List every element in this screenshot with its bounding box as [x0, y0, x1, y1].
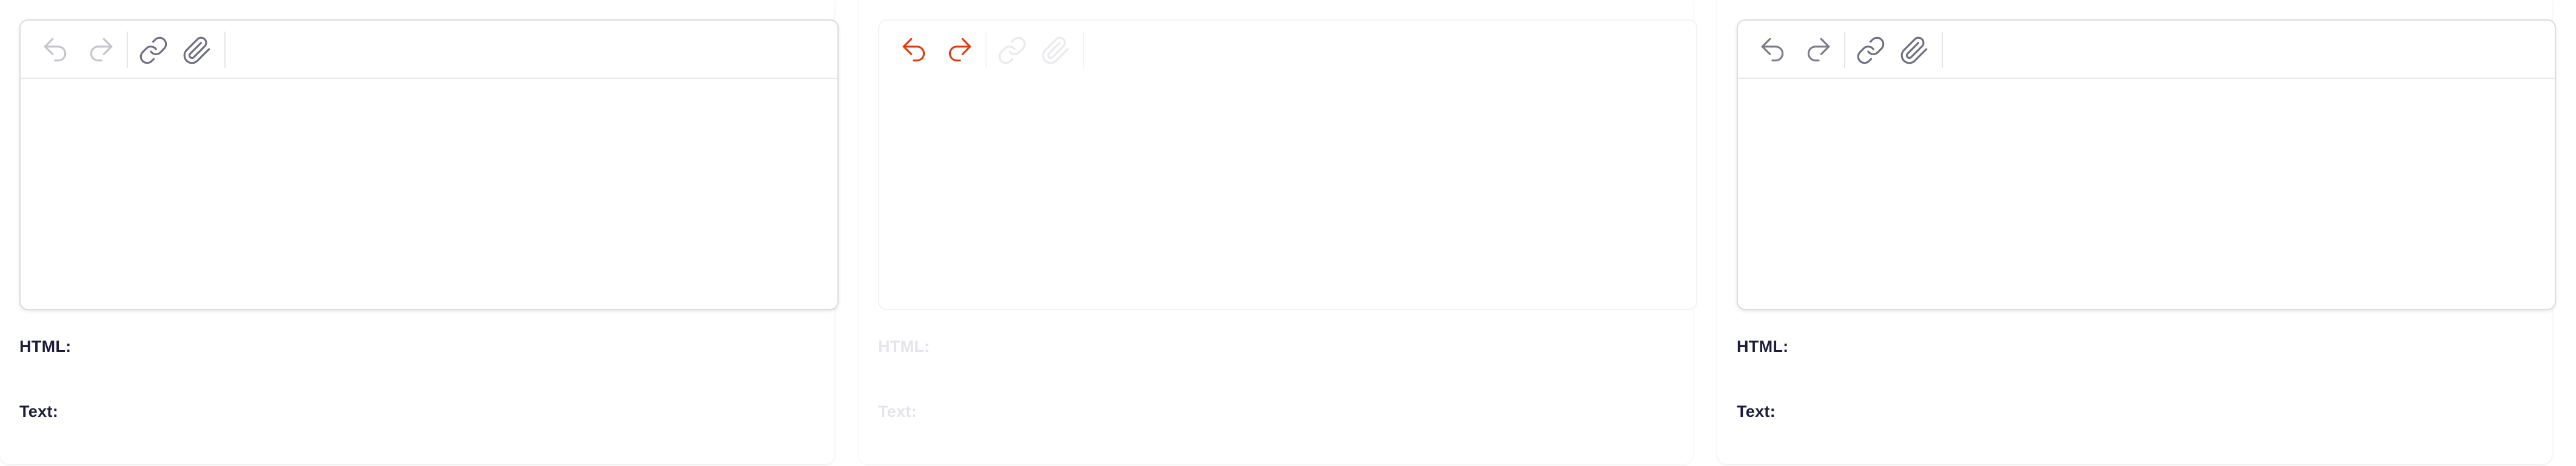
undo-icon [44, 38, 67, 62]
html-output-label: HTML: [19, 337, 72, 356]
toolbar-divider [1083, 32, 1084, 68]
link-icon [998, 36, 1026, 64]
link-icon [139, 36, 167, 64]
redo-icon [90, 38, 113, 62]
toolbar-divider [127, 32, 128, 68]
redo-icon [1807, 38, 1830, 62]
attach-file-button[interactable] [1041, 35, 1071, 66]
toolbar-divider [1844, 32, 1845, 68]
editor-panel-3: HTML: Text: [1717, 0, 2556, 464]
editor-toolbar [21, 21, 837, 79]
editor-content-area[interactable] [1738, 79, 2555, 309]
toolbar-divider [985, 32, 987, 68]
redo-button[interactable] [85, 35, 115, 66]
insert-link-button[interactable] [1856, 35, 1886, 66]
toolbar-divider [224, 32, 226, 68]
rich-text-editor [1737, 19, 2556, 310]
editor-content-area[interactable] [21, 79, 837, 309]
redo-button[interactable] [944, 35, 974, 66]
text-output-label: Text: [19, 402, 59, 420]
text-output-label: Text: [878, 402, 917, 420]
paperclip-icon [1900, 36, 1928, 64]
toolbar-divider [1942, 32, 1943, 68]
editor-toolbar [879, 21, 1696, 79]
attach-file-button[interactable] [182, 35, 212, 66]
paperclip-icon [1042, 36, 1069, 64]
link-icon [1857, 36, 1885, 64]
editor-content-area [879, 79, 1696, 309]
insert-link-button[interactable] [138, 35, 169, 66]
html-output-label: HTML: [878, 337, 930, 356]
undo-button[interactable] [900, 35, 930, 66]
editor-toolbar [1738, 21, 2555, 79]
text-output-label: Text: [1737, 402, 1776, 420]
editor-panel-1: HTML: Text: [0, 0, 839, 464]
paperclip-icon [183, 36, 210, 64]
undo-icon [902, 38, 925, 62]
insert-link-button[interactable] [997, 35, 1027, 66]
rich-text-editor [878, 19, 1697, 310]
redo-icon [948, 38, 971, 62]
undo-button[interactable] [41, 35, 72, 66]
html-output-label: HTML: [1737, 337, 1789, 356]
attach-file-button[interactable] [1899, 35, 1930, 66]
editor-panel-2: HTML: Text: [859, 0, 1697, 464]
rich-text-editor [19, 19, 839, 310]
redo-button[interactable] [1802, 35, 1833, 66]
undo-icon [1761, 38, 1784, 62]
undo-button[interactable] [1759, 35, 1789, 66]
